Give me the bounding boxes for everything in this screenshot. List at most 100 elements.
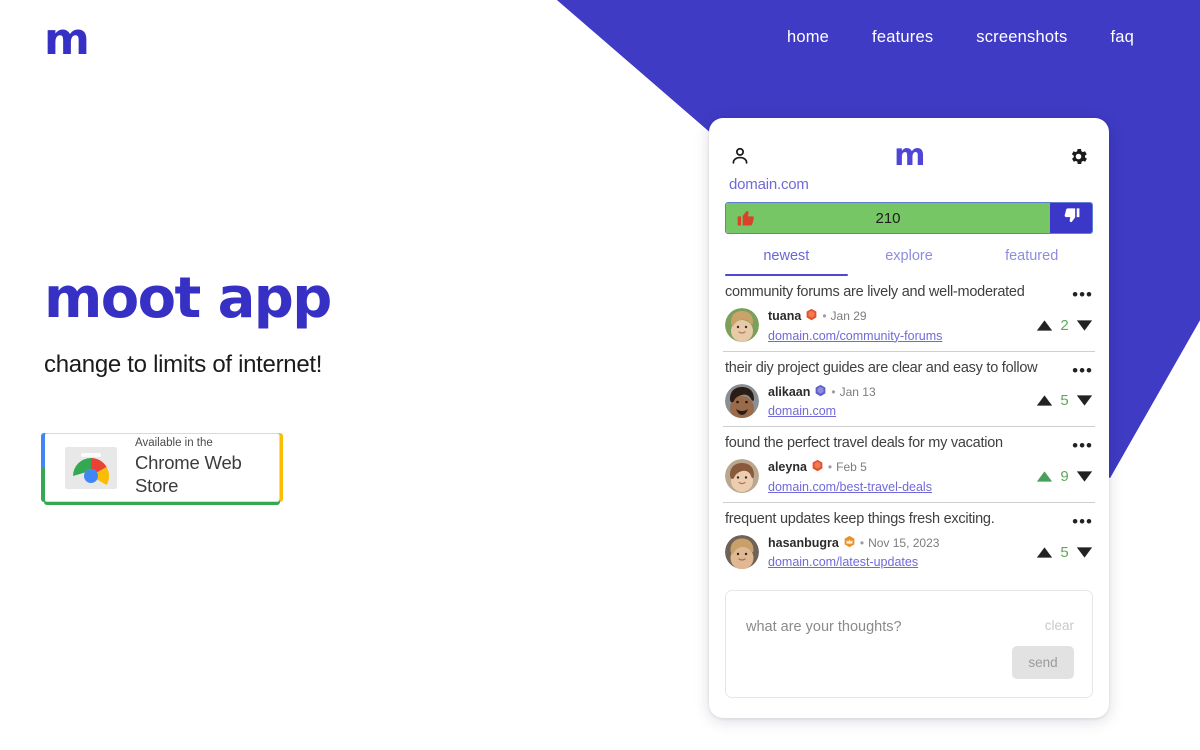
extension-widget: m domain.com 210 newest explore featured… bbox=[709, 118, 1109, 718]
comment-downvote-icon[interactable] bbox=[1076, 319, 1093, 332]
comment-votes: 2 bbox=[1030, 317, 1093, 334]
comment-body: aleyna • Feb 5 domain.com/best-travel-de… bbox=[725, 459, 1093, 494]
crown-badge-gold bbox=[843, 535, 856, 553]
comment-votes: 9 bbox=[1030, 468, 1093, 485]
comment-downvote-icon[interactable] bbox=[1076, 546, 1093, 559]
comment-meta: hasanbugra • Nov 15, 2023 domain.com/lat… bbox=[768, 535, 1030, 569]
widget-domain: domain.com bbox=[729, 176, 809, 193]
upvote-button[interactable]: 210 bbox=[726, 203, 1050, 233]
comment-meta-top: aleyna • Feb 5 bbox=[768, 459, 1030, 477]
more-options-icon[interactable]: ••• bbox=[1072, 283, 1093, 303]
landing-page: m home features screenshots faq moot app… bbox=[0, 0, 1200, 750]
comment-upvote-icon[interactable] bbox=[1036, 394, 1053, 407]
list-item: found the perfect travel deals for my va… bbox=[723, 427, 1095, 503]
comment-upvote-icon[interactable] bbox=[1036, 319, 1053, 332]
comment-meta: tuana • Jan 29 domain.com/community-foru… bbox=[768, 308, 1030, 343]
comment-score: 5 bbox=[1060, 392, 1069, 410]
comment-link[interactable]: domain.com/latest-updates bbox=[768, 555, 1030, 569]
comment-username[interactable]: aleyna bbox=[768, 460, 807, 475]
clear-button[interactable]: clear bbox=[1045, 618, 1074, 633]
list-item: frequent updates keep things fresh excit… bbox=[723, 503, 1095, 578]
comment-score: 9 bbox=[1060, 467, 1069, 485]
comment-link[interactable]: domain.com/community-forums bbox=[768, 329, 1030, 343]
comment-date: Jan 29 bbox=[830, 309, 867, 324]
comment-username[interactable]: tuana bbox=[768, 309, 801, 324]
more-options-icon[interactable]: ••• bbox=[1072, 359, 1093, 379]
comment-downvote-icon[interactable] bbox=[1076, 394, 1093, 407]
comment-upvote-icon[interactable] bbox=[1036, 546, 1053, 559]
list-item: their diy project guides are clear and e… bbox=[723, 352, 1095, 428]
widget-logo: m bbox=[894, 138, 925, 173]
comment-meta-top: alikaan • Jan 13 bbox=[768, 384, 1030, 402]
comment-votes: 5 bbox=[1030, 392, 1093, 409]
thumbs-up-icon bbox=[736, 208, 756, 228]
nav-link-home[interactable]: home bbox=[787, 28, 829, 47]
comment-title-row: frequent updates keep things fresh excit… bbox=[725, 510, 1093, 530]
cws-store-label: Chrome Web Store bbox=[135, 452, 242, 497]
comment-body: tuana • Jan 29 domain.com/community-foru… bbox=[725, 308, 1093, 343]
vote-count: 210 bbox=[875, 209, 901, 227]
comment-downvote-icon[interactable] bbox=[1076, 470, 1093, 483]
chrome-web-store-text: Available in the Chrome Web Store bbox=[135, 437, 265, 497]
comment-body: alikaan • Jan 13 domain.com 5 bbox=[725, 383, 1093, 418]
comment-score: 2 bbox=[1060, 316, 1069, 334]
comment-link[interactable]: domain.com/best-travel-deals bbox=[768, 480, 1030, 494]
tab-featured[interactable]: featured bbox=[970, 248, 1093, 276]
avatar bbox=[725, 535, 759, 570]
comment-meta-top: hasanbugra • Nov 15, 2023 bbox=[768, 535, 1030, 553]
comment-list: community forums are lively and well-mod… bbox=[709, 276, 1109, 580]
separator-dot: • bbox=[859, 535, 865, 550]
comment-title: frequent updates keep things fresh excit… bbox=[725, 510, 995, 527]
chrome-web-store-button[interactable]: Available in the Chrome Web Store bbox=[42, 433, 280, 502]
chrome-icon bbox=[59, 445, 123, 491]
avatar bbox=[725, 308, 759, 343]
nav-link-features[interactable]: features bbox=[872, 28, 933, 47]
separator-dot: • bbox=[822, 309, 827, 324]
list-item: community forums are lively and well-mod… bbox=[723, 276, 1095, 352]
send-button[interactable]: send bbox=[1012, 646, 1074, 679]
comment-title: found the perfect travel deals for my va… bbox=[725, 435, 1003, 452]
cws-available-label: Available in the bbox=[135, 437, 213, 450]
hero-section: moot app change to limits of internet! bbox=[44, 266, 332, 379]
gem-badge-red bbox=[805, 308, 818, 326]
comment-username[interactable]: hasanbugra bbox=[768, 536, 839, 551]
gem-badge-red bbox=[811, 459, 824, 477]
nav-link-screenshots[interactable]: screenshots bbox=[976, 28, 1067, 47]
tab-explore[interactable]: explore bbox=[848, 248, 971, 276]
comment-link[interactable]: domain.com bbox=[768, 404, 1030, 418]
comment-composer[interactable]: what are your thoughts? clear send bbox=[725, 590, 1093, 698]
comment-username[interactable]: alikaan bbox=[768, 385, 810, 400]
avatar bbox=[725, 459, 759, 494]
tab-newest[interactable]: newest bbox=[725, 248, 848, 276]
top-navigation: home features screenshots faq bbox=[787, 28, 1134, 47]
gear-icon[interactable] bbox=[1068, 146, 1089, 167]
more-options-icon[interactable]: ••• bbox=[1072, 434, 1093, 454]
person-icon[interactable] bbox=[729, 145, 751, 167]
comment-title-row: their diy project guides are clear and e… bbox=[725, 359, 1093, 379]
thumbs-down-icon bbox=[1062, 206, 1081, 230]
gem-badge-blue bbox=[814, 384, 827, 402]
page-vote-bar: 210 bbox=[725, 202, 1093, 234]
comment-body: hasanbugra • Nov 15, 2023 domain.com/lat… bbox=[725, 535, 1093, 570]
comment-votes: 5 bbox=[1030, 544, 1093, 561]
widget-tabs: newest explore featured bbox=[709, 248, 1109, 276]
nav-link-faq[interactable]: faq bbox=[1110, 28, 1134, 47]
comment-date: Jan 13 bbox=[839, 384, 876, 399]
hero-subtitle: change to limits of internet! bbox=[44, 350, 323, 378]
comment-title-row: community forums are lively and well-mod… bbox=[725, 283, 1093, 303]
comment-title-row: found the perfect travel deals for my va… bbox=[725, 434, 1093, 454]
avatar bbox=[725, 383, 759, 418]
downvote-button[interactable] bbox=[1050, 203, 1092, 233]
comment-title: community forums are lively and well-mod… bbox=[725, 284, 1025, 300]
more-options-icon[interactable]: ••• bbox=[1072, 510, 1093, 530]
comment-input-placeholder[interactable]: what are your thoughts? bbox=[746, 619, 902, 635]
comment-upvote-icon[interactable] bbox=[1036, 470, 1053, 483]
comment-meta-top: tuana • Jan 29 bbox=[768, 308, 1030, 326]
comment-meta: aleyna • Feb 5 domain.com/best-travel-de… bbox=[768, 459, 1030, 494]
widget-header: m bbox=[709, 118, 1109, 172]
site-logo[interactable]: m bbox=[44, 18, 90, 62]
comment-score: 5 bbox=[1060, 543, 1069, 561]
comment-title: their diy project guides are clear and e… bbox=[725, 359, 1038, 376]
page-title: moot app bbox=[44, 266, 332, 331]
comment-date: Nov 15, 2023 bbox=[868, 535, 940, 550]
